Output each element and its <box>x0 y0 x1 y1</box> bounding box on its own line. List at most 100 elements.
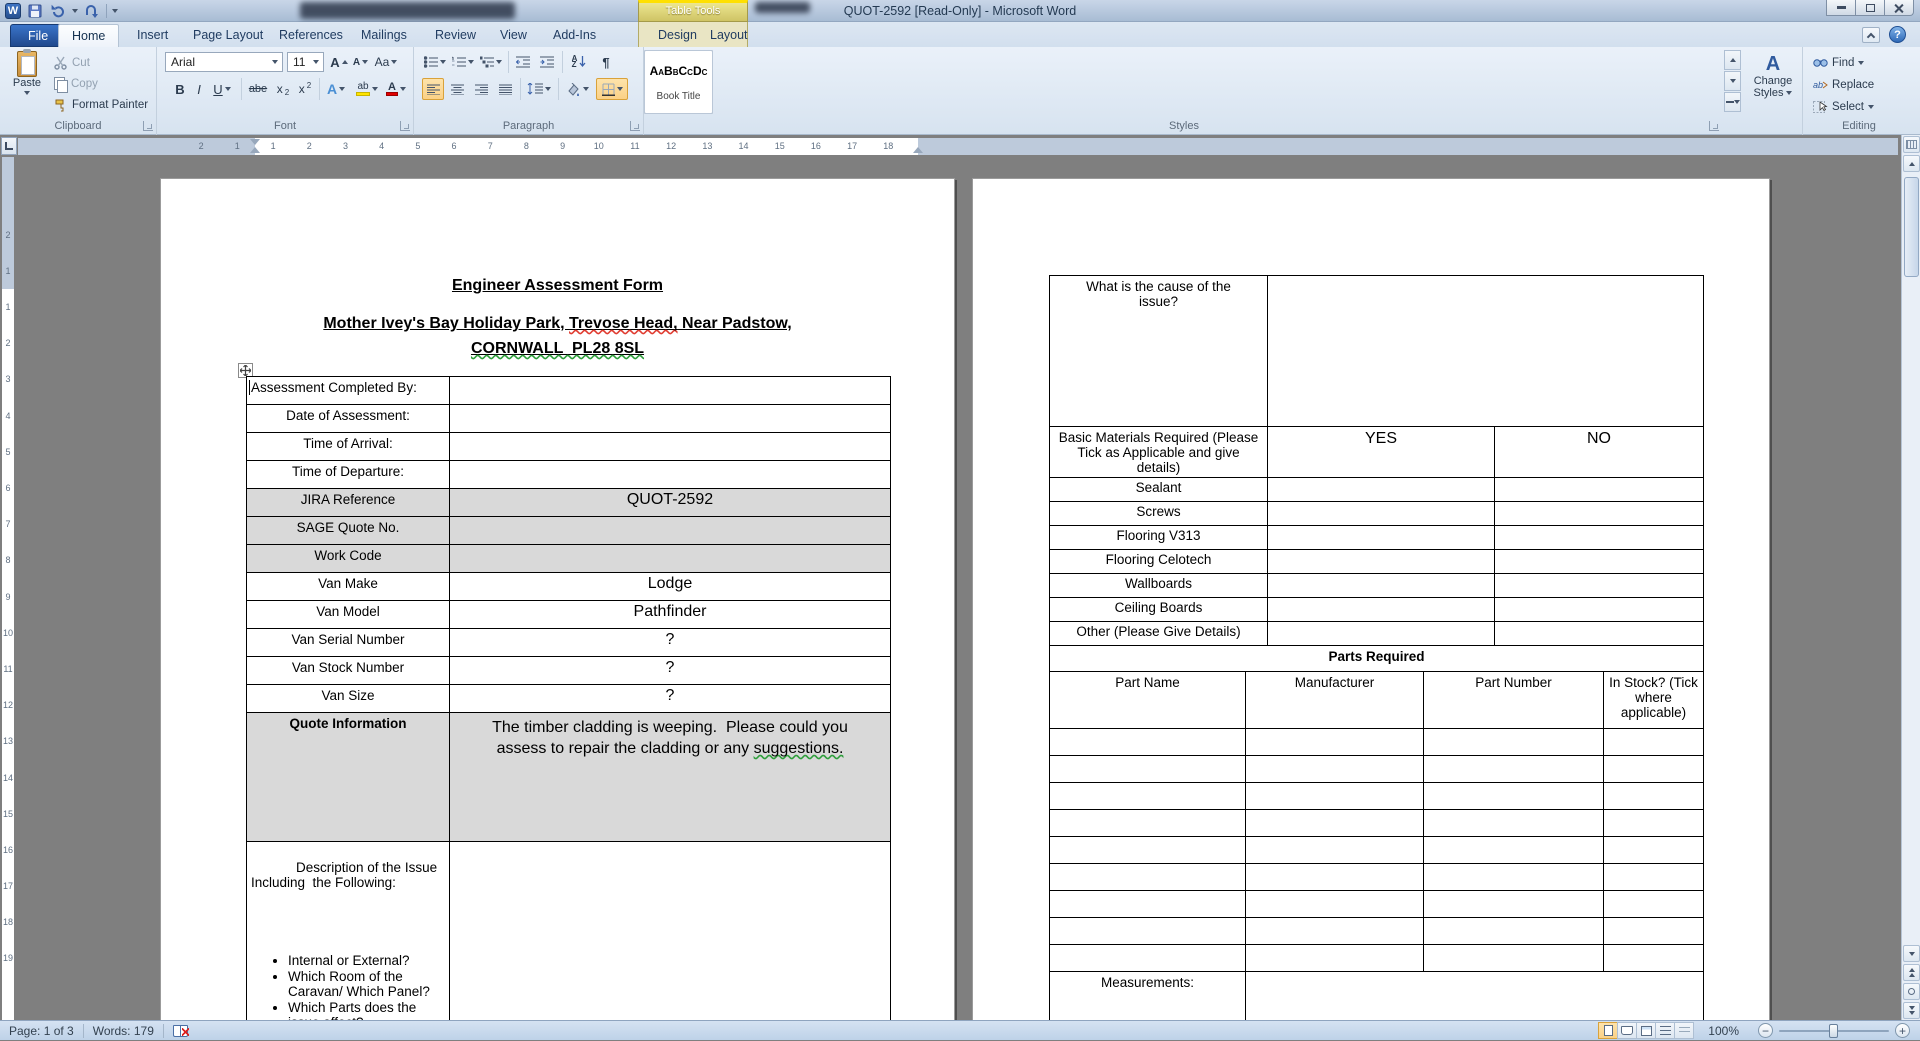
form-value-cell[interactable] <box>449 461 890 488</box>
material-label-cell[interactable]: Screws <box>1050 502 1267 525</box>
parts-name-cell[interactable] <box>1050 837 1245 863</box>
parts-name-cell[interactable] <box>1050 729 1245 755</box>
parts-number-cell[interactable] <box>1423 837 1603 863</box>
format-painter-button[interactable]: Format Painter <box>54 95 148 115</box>
parts-number-cell[interactable] <box>1423 729 1603 755</box>
first-line-indent-marker[interactable] <box>250 139 260 145</box>
form-label-cell[interactable]: Van Stock Number <box>247 657 449 684</box>
parts-name-cell[interactable] <box>1050 918 1245 944</box>
material-label-cell[interactable]: Other (Please Give Details) <box>1050 622 1267 645</box>
parts-header-name[interactable]: Part Name <box>1050 672 1245 728</box>
form-label-cell[interactable]: Van Serial Number <box>247 629 449 656</box>
form-value-cell[interactable]: Pathfinder <box>449 601 890 628</box>
form-value-cell[interactable] <box>449 517 890 544</box>
justify-button[interactable] <box>494 78 516 100</box>
tab-review[interactable]: Review <box>422 24 489 47</box>
styles-dialog-launcher[interactable] <box>1709 121 1719 131</box>
zoom-level[interactable]: 100% <box>1694 1021 1748 1041</box>
superscript-button[interactable]: x2 <box>295 78 315 100</box>
parts-instock-cell[interactable] <box>1603 810 1703 836</box>
material-label-cell[interactable]: Wallboards <box>1050 574 1267 597</box>
parts-manufacturer-cell[interactable] <box>1245 918 1423 944</box>
view-ruler-toggle-button[interactable] <box>1903 136 1920 153</box>
scroll-up-button[interactable] <box>1903 155 1920 172</box>
quote-label-cell[interactable]: Quote Information <box>247 713 449 841</box>
materials-parts-table[interactable]: What is the cause of the issue? Basic Ma… <box>1049 275 1704 1020</box>
paragraph-dialog-launcher[interactable] <box>630 121 640 131</box>
select-button[interactable]: Select <box>1813 97 1874 117</box>
document-page-2[interactable]: What is the cause of the issue? Basic Ma… <box>972 178 1770 1020</box>
parts-number-cell[interactable] <box>1423 783 1603 809</box>
shading-button[interactable] <box>562 78 592 100</box>
material-yes-cell[interactable] <box>1267 622 1494 645</box>
form-value-cell[interactable]: ? <box>449 629 890 656</box>
form-label-cell[interactable]: SAGE Quote No. <box>247 517 449 544</box>
measurements-label-cell[interactable]: Measurements: <box>1050 972 1245 1020</box>
select-browse-object-button[interactable] <box>1903 983 1920 1000</box>
parts-name-cell[interactable] <box>1050 864 1245 890</box>
minimize-ribbon-button[interactable] <box>1862 27 1880 43</box>
parts-instock-cell[interactable] <box>1603 729 1703 755</box>
bullets-button[interactable] <box>422 51 448 73</box>
horizontal-ruler[interactable]: 21 1 2 3 4 5 6 7 8 9 10 11 12 13 14 15 16 17 18 <box>18 138 1898 155</box>
document-area[interactable]: Engineer Assessment Form Mother Ivey's B… <box>16 157 1901 1020</box>
align-center-button[interactable] <box>446 78 468 100</box>
align-left-button[interactable] <box>422 78 444 100</box>
text-effects-button[interactable]: A <box>323 78 349 100</box>
material-label-cell[interactable]: Ceiling Boards <box>1050 598 1267 621</box>
form-value-cell[interactable] <box>449 545 890 572</box>
right-indent-marker[interactable] <box>913 147 923 153</box>
form-label-cell[interactable]: Date of Assessment: <box>247 405 449 432</box>
cut-button[interactable]: Cut <box>54 53 90 73</box>
sort-button[interactable]: AZ <box>566 51 592 73</box>
form-value-cell[interactable]: Lodge <box>449 573 890 600</box>
form-label-cell[interactable]: Van Size <box>247 685 449 712</box>
assessment-form-table[interactable]: Assessment Completed By: Date of Assessm… <box>246 376 891 1020</box>
form-value-cell[interactable]: ? <box>449 657 890 684</box>
page-indicator[interactable]: Page: 1 of 3 <box>0 1021 83 1041</box>
form-value-cell[interactable]: QUOT-2592 <box>449 489 890 516</box>
parts-number-cell[interactable] <box>1423 810 1603 836</box>
zoom-thumb[interactable] <box>1829 1023 1838 1038</box>
tab-home[interactable]: Home <box>58 24 120 47</box>
material-no-cell[interactable] <box>1494 526 1703 549</box>
word-count[interactable]: Words: 179 <box>84 1021 163 1041</box>
form-value-cell[interactable] <box>449 433 890 460</box>
parts-instock-cell[interactable] <box>1603 918 1703 944</box>
material-yes-cell[interactable] <box>1267 574 1494 597</box>
material-no-cell[interactable] <box>1494 598 1703 621</box>
zoom-out-button[interactable]: − <box>1758 1023 1773 1038</box>
help-icon[interactable]: ? <box>1889 26 1906 43</box>
paste-button[interactable]: Paste <box>6 49 48 95</box>
scroll-down-button[interactable] <box>1903 945 1920 962</box>
restore-button[interactable] <box>1855 0 1885 16</box>
print-layout-view-button[interactable] <box>1598 1022 1619 1039</box>
material-label-cell[interactable]: Flooring V313 <box>1050 526 1267 549</box>
parts-number-cell[interactable] <box>1423 918 1603 944</box>
cause-value-cell[interactable] <box>1267 276 1703 426</box>
cause-label-cell[interactable]: What is the cause of the issue? <box>1050 276 1267 426</box>
tab-add-ins[interactable]: Add-Ins <box>540 24 609 47</box>
parts-header-instock[interactable]: In Stock? (Tick where applicable) <box>1603 672 1703 728</box>
document-page-1[interactable]: Engineer Assessment Form Mother Ivey's B… <box>160 178 955 1020</box>
font-size-combo[interactable]: 11 <box>287 52 324 72</box>
borders-button[interactable] <box>596 78 628 100</box>
numbering-button[interactable] <box>450 51 476 73</box>
form-label-cell[interactable]: Work Code <box>247 545 449 572</box>
close-button[interactable] <box>1884 0 1914 16</box>
parts-number-cell[interactable] <box>1423 864 1603 890</box>
quote-value-cell[interactable]: The timber cladding is weeping. Please c… <box>449 713 890 841</box>
highlight-color-button[interactable]: ab <box>353 78 381 100</box>
clipboard-dialog-launcher[interactable] <box>143 121 153 131</box>
form-value-cell[interactable] <box>449 377 890 404</box>
parts-manufacturer-cell[interactable] <box>1245 783 1423 809</box>
tab-insert[interactable]: Insert <box>124 24 181 47</box>
form-label-cell[interactable]: JIRA Reference <box>247 489 449 516</box>
material-yes-cell[interactable] <box>1267 478 1494 501</box>
tab-mailings[interactable]: Mailings <box>348 24 420 47</box>
parts-instock-cell[interactable] <box>1603 891 1703 917</box>
parts-instock-cell[interactable] <box>1603 864 1703 890</box>
form-value-cell[interactable] <box>449 405 890 432</box>
parts-number-cell[interactable] <box>1423 945 1603 971</box>
parts-name-cell[interactable] <box>1050 783 1245 809</box>
